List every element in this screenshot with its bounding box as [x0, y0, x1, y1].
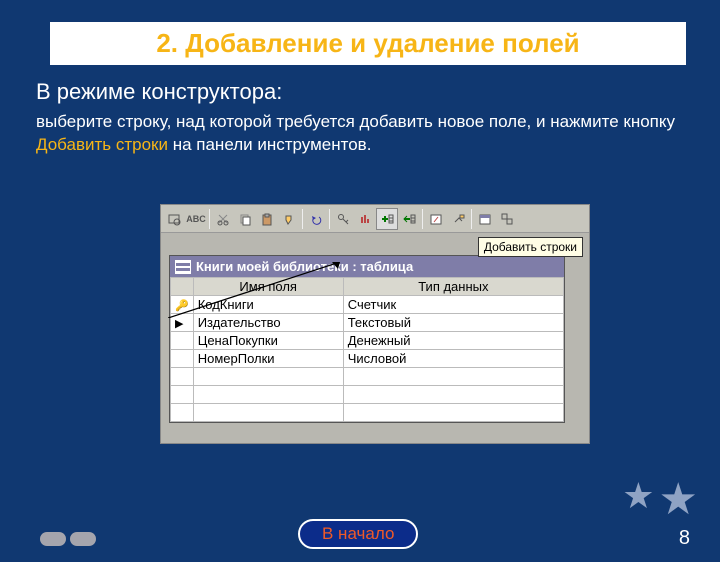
- field-name-cell[interactable]: [193, 368, 343, 386]
- nav-next-icon[interactable]: [70, 532, 96, 546]
- field-name-cell[interactable]: Издательство: [193, 314, 343, 332]
- toolbar-separator: [471, 209, 472, 229]
- field-type-cell[interactable]: Текстовый: [343, 314, 563, 332]
- field-name-cell[interactable]: ЦенаПокупки: [193, 332, 343, 350]
- row-selector[interactable]: 🔑: [171, 296, 194, 314]
- table-row[interactable]: НомерПолкиЧисловой: [171, 350, 564, 368]
- slide-title-box: 2. Добавление и удаление полей: [50, 22, 686, 65]
- row-selector[interactable]: [171, 386, 194, 404]
- field-name-cell[interactable]: КодКниги: [193, 296, 343, 314]
- datasheet-icon: [176, 261, 190, 273]
- table-row[interactable]: [171, 404, 564, 422]
- toolbar-separator: [422, 209, 423, 229]
- window-titlebar: Книги моей библиотеки : таблица: [170, 256, 564, 277]
- column-header-name: Имя поля: [193, 278, 343, 296]
- slide-title: 2. Добавление и удаление полей: [60, 28, 676, 59]
- home-button[interactable]: В начало: [298, 519, 418, 549]
- field-type-cell[interactable]: [343, 386, 563, 404]
- toolbar-database-window-icon[interactable]: [474, 208, 496, 230]
- toolbar-print-preview-icon[interactable]: [163, 208, 185, 230]
- nav-prev-icon[interactable]: [40, 532, 66, 546]
- star-icon: ★: [622, 478, 654, 522]
- body-text-pre: выберите строку, над которой требуется д…: [36, 112, 675, 131]
- nav-pills[interactable]: [40, 532, 96, 546]
- primary-key-icon: 🔑: [175, 300, 189, 312]
- table-row[interactable]: ▶ ИздательствоТекстовый: [171, 314, 564, 332]
- toolbar-primary-key-icon[interactable]: [332, 208, 354, 230]
- row-selector[interactable]: ▶: [171, 314, 194, 332]
- toolbar-insert-rows-icon[interactable]: [376, 208, 398, 230]
- window-title-text: Книги моей библиотеки : таблица: [196, 259, 413, 274]
- row-selector[interactable]: [171, 368, 194, 386]
- table-row[interactable]: 🔑 КодКнигиСчетчик: [171, 296, 564, 314]
- page-number: 8: [679, 527, 690, 550]
- row-selector[interactable]: [171, 332, 194, 350]
- toolbar-separator: [209, 209, 210, 229]
- row-selector[interactable]: [171, 404, 194, 422]
- access-screenshot: ABC Добавить строки Книги моей библиотек…: [160, 204, 590, 444]
- toolbar-copy-icon[interactable]: [234, 208, 256, 230]
- toolbar-paste-icon[interactable]: [256, 208, 278, 230]
- body-text-post: на панели инструментов.: [168, 135, 371, 154]
- toolbar-separator: [302, 209, 303, 229]
- table-row[interactable]: ЦенаПокупкиДенежный: [171, 332, 564, 350]
- field-name-cell[interactable]: [193, 404, 343, 422]
- field-type-cell[interactable]: [343, 368, 563, 386]
- field-type-cell[interactable]: Числовой: [343, 350, 563, 368]
- slide-subtitle: В режиме конструктора:: [36, 79, 720, 105]
- toolbar: ABC: [161, 205, 589, 233]
- toolbar-format-painter-icon[interactable]: [278, 208, 300, 230]
- field-type-cell[interactable]: Денежный: [343, 332, 563, 350]
- table-row[interactable]: [171, 386, 564, 404]
- field-type-cell[interactable]: [343, 404, 563, 422]
- toolbar-new-object-icon[interactable]: [496, 208, 518, 230]
- selector-header: [171, 278, 194, 296]
- toolbar-spellcheck-icon[interactable]: ABC: [185, 208, 207, 230]
- field-name-cell[interactable]: НомерПолки: [193, 350, 343, 368]
- field-type-cell[interactable]: Счетчик: [343, 296, 563, 314]
- toolbar-build-icon[interactable]: [447, 208, 469, 230]
- table-row[interactable]: [171, 368, 564, 386]
- slide-body: выберите строку, над которой требуется д…: [36, 111, 684, 157]
- body-text-highlight: Добавить строки: [36, 135, 168, 154]
- toolbar-properties-icon[interactable]: [425, 208, 447, 230]
- tooltip-insert-rows: Добавить строки: [478, 237, 583, 257]
- column-header-type: Тип данных: [343, 278, 563, 296]
- toolbar-undo-icon[interactable]: [305, 208, 327, 230]
- row-selector[interactable]: [171, 350, 194, 368]
- toolbar-separator: [329, 209, 330, 229]
- toolbar-indexes-icon[interactable]: [354, 208, 376, 230]
- toolbar-delete-rows-icon[interactable]: [398, 208, 420, 230]
- toolbar-cut-icon[interactable]: [212, 208, 234, 230]
- table-design-window: Книги моей библиотеки : таблица Имя поля…: [169, 255, 565, 423]
- field-name-cell[interactable]: [193, 386, 343, 404]
- decorative-stars: ★ ★: [622, 478, 698, 522]
- current-row-icon: ▶: [175, 318, 183, 330]
- star-icon: ★: [659, 478, 698, 522]
- field-grid[interactable]: Имя поля Тип данных 🔑 КодКнигиСчетчик ▶ Изд…: [170, 277, 564, 422]
